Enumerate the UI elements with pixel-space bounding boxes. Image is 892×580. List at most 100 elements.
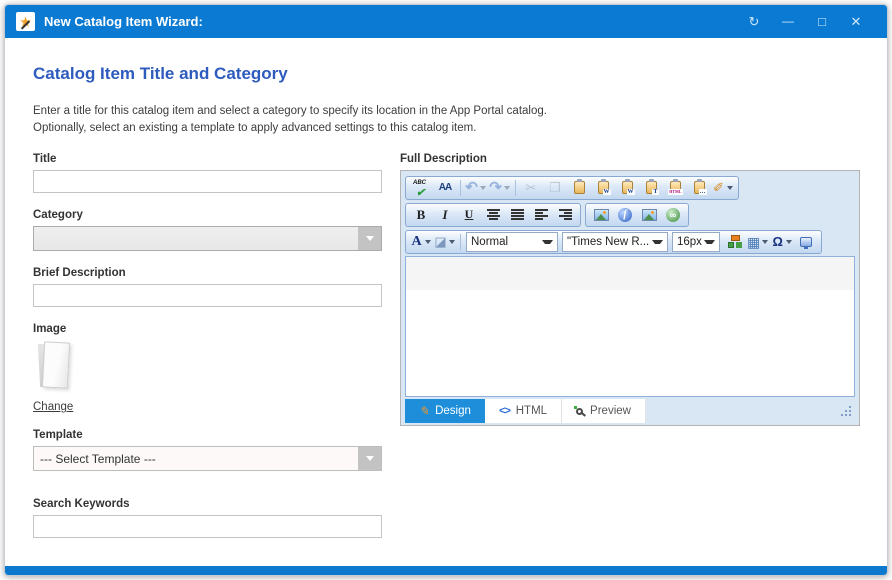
search-keywords-field-group: Search Keywords xyxy=(33,498,382,538)
picture-glyph xyxy=(642,209,657,221)
refresh-icon[interactable]: ↻ xyxy=(737,5,771,38)
chevron-down-icon xyxy=(366,236,374,241)
template-manager-icon[interactable] xyxy=(795,232,817,252)
maximize-icon[interactable]: □ xyxy=(805,5,839,38)
paste-from-word-icon[interactable]: W xyxy=(592,178,614,198)
template-select[interactable]: --- Select Template --- xyxy=(33,446,382,471)
undo-icon[interactable]: ↶ xyxy=(465,178,487,198)
font-size-select[interactable]: 16px xyxy=(672,232,720,252)
paste-plain-text-icon[interactable]: T xyxy=(640,178,662,198)
paragraph-style-select[interactable]: Normal xyxy=(466,232,558,252)
toolbar-group-font: A ◪ Normal "Times New R... xyxy=(405,230,822,254)
category-dropdown-button[interactable] xyxy=(358,227,381,250)
tab-preview-label: Preview xyxy=(590,405,631,417)
title-input[interactable] xyxy=(33,170,382,193)
bottom-accent-bar xyxy=(5,566,887,575)
align-left-icon[interactable] xyxy=(530,205,552,225)
toolbar-group-clipboard: ABC ✔ AA ↶ ↷ xyxy=(405,176,739,200)
page-title: Catalog Item Title and Category xyxy=(33,64,859,84)
chevron-down-icon xyxy=(542,240,553,244)
font-name-select[interactable]: "Times New R... xyxy=(562,232,668,252)
find-replace-icon[interactable]: AA xyxy=(434,178,456,198)
toolbar-group-insert: f ∞ xyxy=(585,203,689,227)
chevron-down-icon xyxy=(366,456,374,461)
media-manager-icon[interactable] xyxy=(638,205,660,225)
tab-design-label: Design xyxy=(435,405,471,417)
form-column: Title Category Brief Description Image xyxy=(33,153,382,554)
template-field-group: Template --- Select Template --- xyxy=(33,429,382,471)
background-color-icon[interactable]: ◪ xyxy=(434,232,456,252)
special-character-icon[interactable]: Ω xyxy=(771,232,793,252)
paste-word-nostyle-icon[interactable]: W xyxy=(616,178,638,198)
brief-description-input[interactable] xyxy=(33,284,382,307)
software-box-front xyxy=(42,342,70,389)
close-icon[interactable]: ✕ xyxy=(839,5,873,38)
template-value: --- Select Template --- xyxy=(34,452,156,466)
editor-toolbar-row-3: A ◪ Normal "Times New R... xyxy=(404,228,856,255)
minimize-icon[interactable]: — xyxy=(771,5,805,38)
toolbar-group-format: B I U xyxy=(405,203,581,227)
resize-grip[interactable] xyxy=(839,404,855,418)
bold-icon[interactable]: B xyxy=(410,205,432,225)
align-center-glyph xyxy=(487,209,500,220)
snippet-manager-icon[interactable] xyxy=(723,232,745,252)
monitor-glyph xyxy=(800,237,812,247)
flash-manager-icon[interactable]: f xyxy=(614,205,636,225)
toolbar-separator xyxy=(515,180,516,196)
category-select[interactable] xyxy=(33,226,382,251)
align-right-icon[interactable] xyxy=(554,205,576,225)
picture-glyph xyxy=(594,209,609,221)
editor-content-area[interactable] xyxy=(405,256,855,397)
change-image-link[interactable]: Change xyxy=(33,401,73,413)
code-icon: <> xyxy=(499,405,510,417)
new-catalog-item-wizard-window: ★ New Catalog Item Wizard: ↻ — □ ✕ Catal… xyxy=(4,4,888,576)
wizard-content: Catalog Item Title and Category Enter a … xyxy=(5,38,887,576)
tab-design[interactable]: ✎ Design xyxy=(405,399,485,423)
titlebar: ★ New Catalog Item Wizard: ↻ — □ ✕ xyxy=(5,5,887,38)
toolbar-separator xyxy=(460,234,461,250)
cut-icon[interactable]: ✂ xyxy=(520,178,542,198)
paste-icon[interactable] xyxy=(568,178,590,198)
paste-as-html-icon[interactable]: HTML xyxy=(664,178,686,198)
search-keywords-label: Search Keywords xyxy=(33,498,382,510)
editor-toolbar-row-1: ABC ✔ AA ↶ ↷ xyxy=(404,174,856,201)
wizard-icon-glyph: ★ xyxy=(20,15,31,29)
paste-options-icon[interactable]: … xyxy=(688,178,710,198)
insert-table-icon[interactable]: ▦ xyxy=(747,232,769,252)
justify-icon[interactable] xyxy=(506,205,528,225)
image-manager-icon[interactable] xyxy=(590,205,612,225)
copy-icon[interactable]: ❐ xyxy=(544,178,566,198)
category-label: Category xyxy=(33,209,382,221)
snippet-glyph xyxy=(728,235,741,248)
chevron-down-icon xyxy=(652,240,663,244)
wizard-icon: ★ xyxy=(16,12,35,31)
window-title: New Catalog Item Wizard: xyxy=(44,14,203,29)
underline-icon[interactable]: U xyxy=(458,205,480,225)
catalog-item-image xyxy=(35,340,75,392)
toolbar-separator xyxy=(460,180,461,196)
pencil-icon: ✎ xyxy=(419,404,429,418)
tab-html[interactable]: <> HTML xyxy=(485,399,562,423)
clipboard-glyph: W xyxy=(598,181,609,194)
tab-preview[interactable]: Preview xyxy=(562,399,646,423)
template-label: Template xyxy=(33,429,382,441)
title-field-group: Title xyxy=(33,153,382,193)
description-line-1: Enter a title for this catalog item and … xyxy=(33,105,547,117)
search-keywords-input[interactable] xyxy=(33,515,382,538)
brief-description-label: Brief Description xyxy=(33,267,382,279)
redo-icon[interactable]: ↷ xyxy=(489,178,511,198)
align-left-glyph xyxy=(535,209,548,220)
editor-toolbar-row-2: B I U f ∞ xyxy=(404,201,856,228)
spellcheck-icon[interactable]: ABC ✔ xyxy=(410,178,432,198)
clipboard-glyph xyxy=(574,181,585,194)
italic-icon[interactable]: I xyxy=(434,205,456,225)
window-controls: ↻ — □ ✕ xyxy=(737,5,873,38)
font-color-icon[interactable]: A xyxy=(410,232,432,252)
format-stripper-icon[interactable]: ✐ xyxy=(712,178,734,198)
clipboard-glyph: … xyxy=(694,181,705,194)
template-dropdown-button[interactable] xyxy=(358,447,381,470)
link-manager-icon[interactable]: ∞ xyxy=(662,205,684,225)
editor-column: Full Description ABC ✔ AA xyxy=(400,153,860,554)
magnifier-icon xyxy=(576,408,583,415)
align-center-icon[interactable] xyxy=(482,205,504,225)
